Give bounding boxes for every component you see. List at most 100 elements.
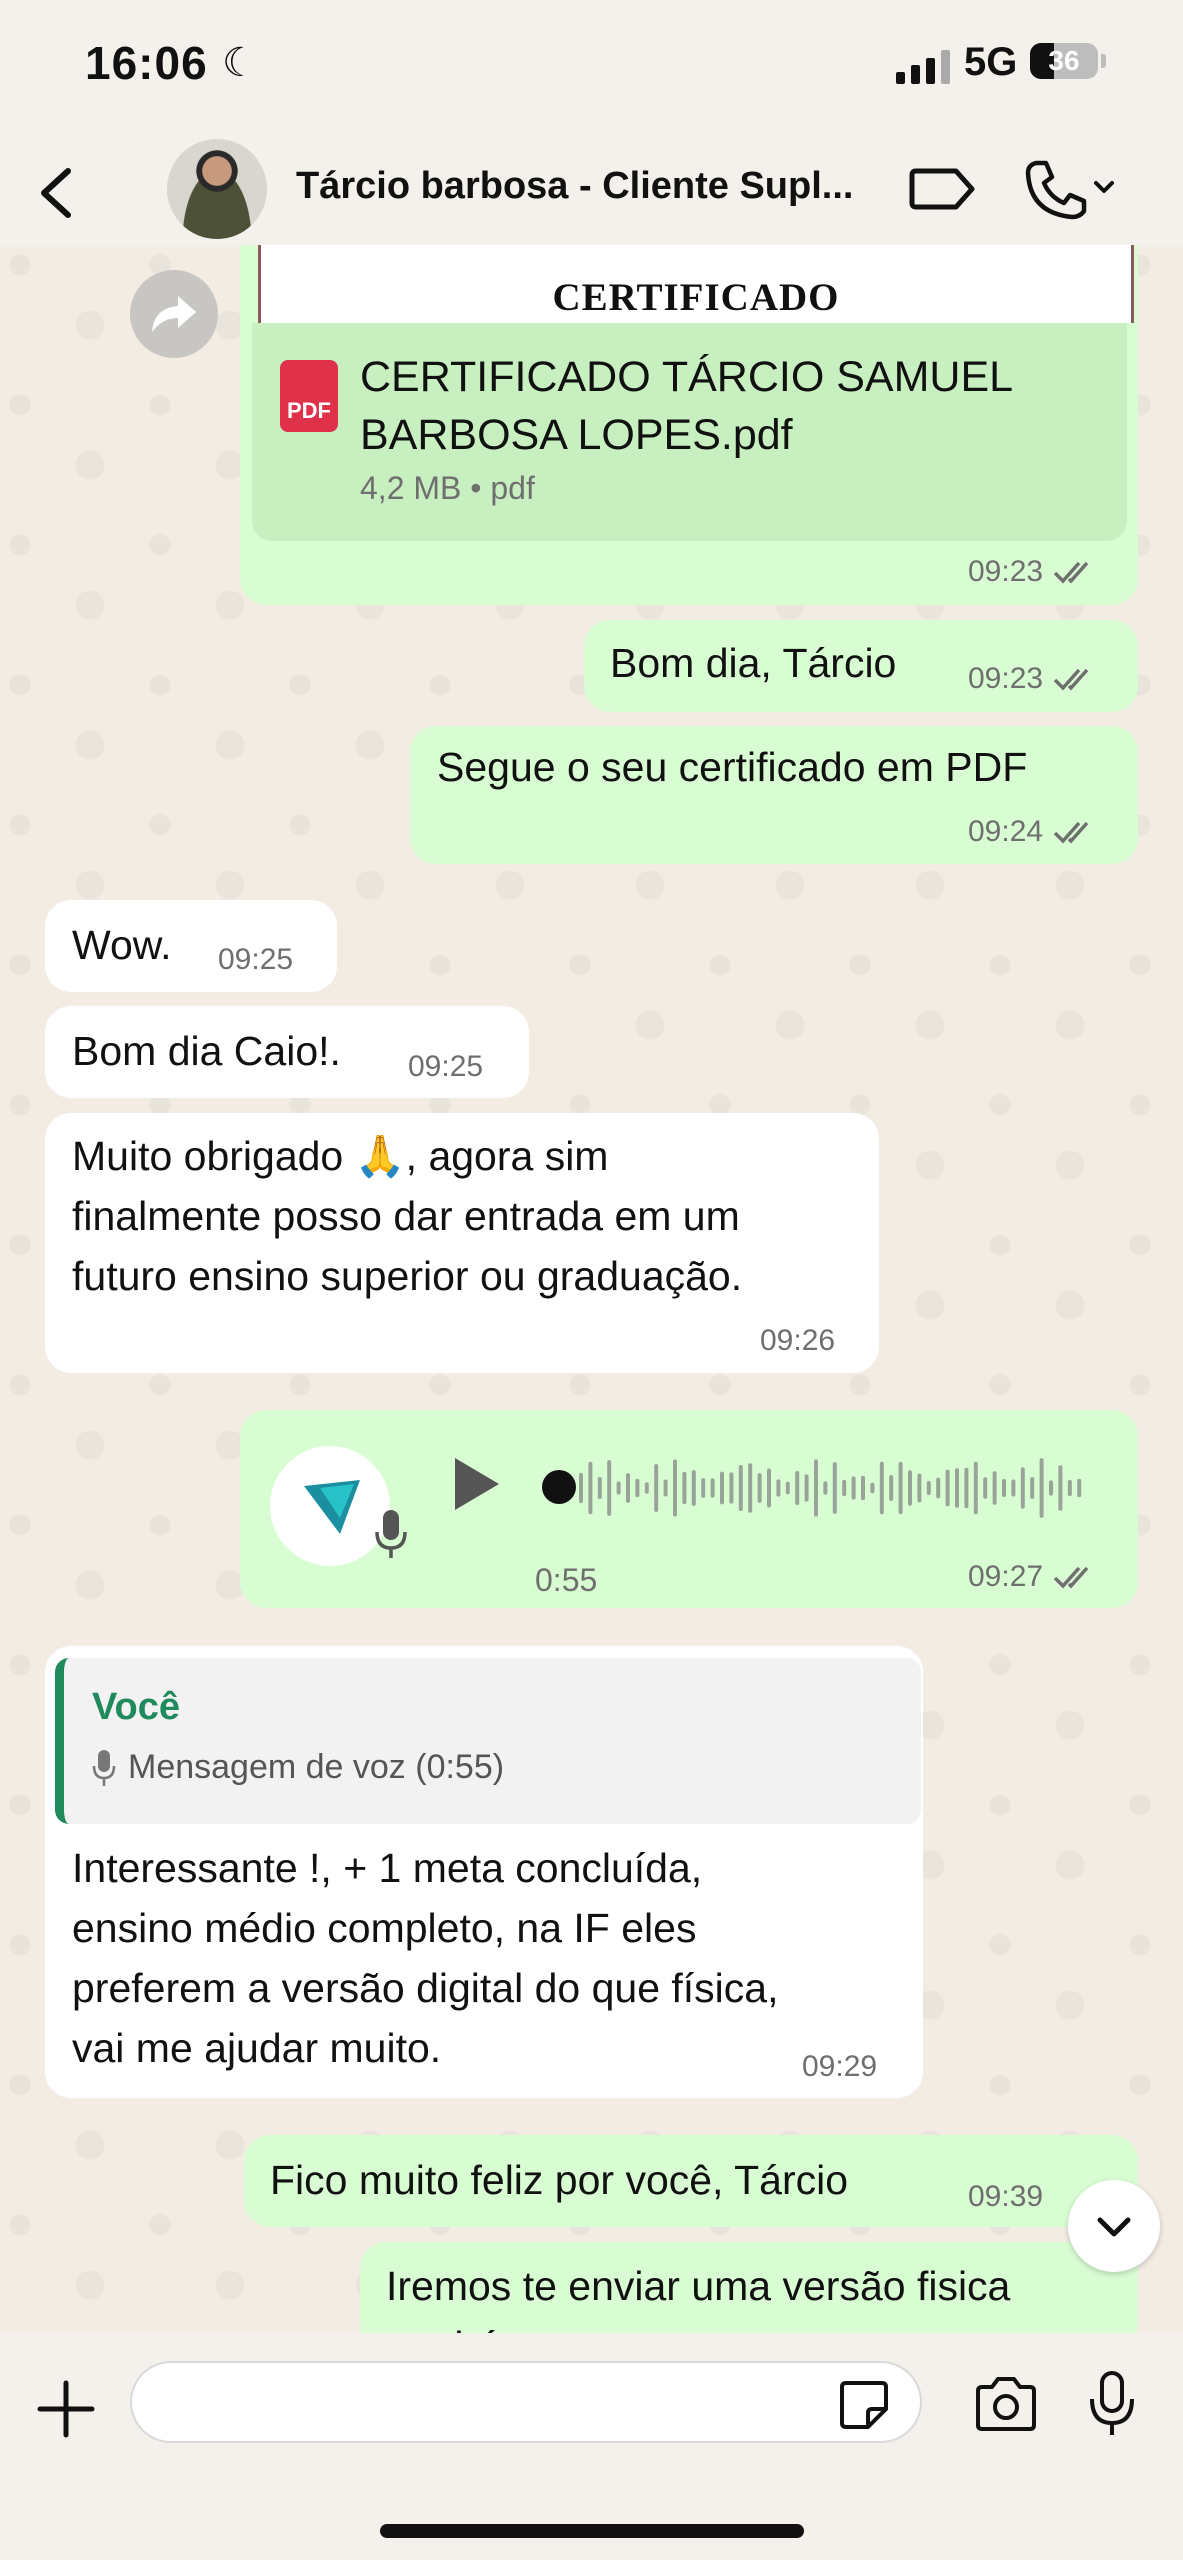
- waveform-bar: [1058, 1465, 1063, 1511]
- waveform-bar: [616, 1481, 621, 1495]
- sticker-icon[interactable]: [836, 2377, 892, 2433]
- waveform-bar: [1077, 1478, 1082, 1498]
- document-filename-line1: CERTIFICADO TÁRCIO SAMUEL: [360, 353, 1014, 401]
- waveform-bar: [889, 1475, 894, 1501]
- quoted-message[interactable]: [55, 1658, 921, 1824]
- waveform-bar: [673, 1459, 677, 1517]
- waveform-bar: [588, 1461, 593, 1515]
- message-time: 09:29: [802, 2050, 878, 2083]
- contact-avatar[interactable]: [167, 139, 267, 239]
- waveform-bar: [691, 1469, 696, 1507]
- waveform-bar: [870, 1482, 875, 1494]
- waveform-bar: [710, 1478, 715, 1498]
- message-text: Segue o seu certificado em PDF: [437, 744, 1028, 790]
- message-text: Muito obrigado 🙏, agora sim finalmente p…: [72, 1126, 742, 1306]
- waveform-bar: [1030, 1477, 1035, 1499]
- message-time: 09:24: [968, 815, 1044, 848]
- network-type: 5G: [964, 40, 1018, 84]
- moon-icon: ☾: [222, 41, 258, 85]
- document-preview[interactable]: CERTIFICADO: [258, 245, 1134, 323]
- message-meta: 09:24: [968, 815, 1097, 849]
- waveform-bar: [936, 1477, 941, 1499]
- camera-icon[interactable]: [972, 2375, 1040, 2433]
- message-line: preferem a versão digital do que física,: [72, 1965, 779, 2011]
- waveform-bar: [955, 1468, 959, 1508]
- forward-button[interactable]: [130, 270, 218, 358]
- pdf-icon: PDF: [280, 360, 338, 432]
- waveform-bar: [973, 1461, 978, 1515]
- waveform-bar: [626, 1473, 630, 1503]
- waveform-bar: [607, 1460, 612, 1516]
- waveform-bar: [908, 1470, 912, 1506]
- waveform-bar: [795, 1470, 800, 1506]
- scroll-to-bottom-button[interactable]: [1068, 2180, 1160, 2272]
- battery-icon: 36: [1030, 43, 1098, 79]
- message-input[interactable]: [130, 2361, 922, 2443]
- message-line: vai me ajudar muito.: [72, 2025, 442, 2071]
- voice-waveform[interactable]: [575, 1450, 1090, 1526]
- message-time: 09:25: [408, 1050, 484, 1083]
- waveform-bar: [597, 1476, 602, 1500]
- label-icon[interactable]: [908, 161, 978, 217]
- waveform-bar: [964, 1467, 969, 1509]
- waveform-bar: [1020, 1467, 1025, 1509]
- read-ticks-icon: [1053, 561, 1089, 584]
- waveform-bar: [1039, 1458, 1044, 1518]
- waveform-bar: [738, 1465, 743, 1511]
- message-text-cut: também: [386, 2316, 534, 2333]
- waveform-bar: [851, 1476, 856, 1500]
- message-line: ensino médio completo, na IF eles: [72, 1905, 697, 1951]
- microphone-icon[interactable]: [1088, 2369, 1136, 2439]
- document-preview-title: CERTIFICADO: [552, 276, 840, 319]
- waveform-bar: [983, 1477, 988, 1499]
- composer-bar: [0, 2333, 1183, 2560]
- message-line: finalmente posso dar entrada em um: [72, 1193, 740, 1239]
- document-meta: 4,2 MB • pdf: [360, 470, 535, 506]
- waveform-bar: [814, 1459, 818, 1517]
- waveform-bar: [1011, 1479, 1016, 1497]
- waveform-bar: [635, 1478, 640, 1498]
- playback-scrubber[interactable]: [542, 1470, 576, 1504]
- message-line: Interessante !, + 1 meta concluída,: [72, 1845, 703, 1891]
- waveform-bar: [823, 1481, 828, 1495]
- message-text: Interessante !, + 1 meta concluída, ensi…: [72, 1838, 779, 2078]
- forward-icon: [152, 296, 196, 332]
- waveform-bar: [785, 1481, 790, 1495]
- waveform-bar: [842, 1479, 847, 1497]
- message-text: Wow.: [72, 922, 172, 968]
- waveform-bar: [861, 1475, 865, 1501]
- chat-header: Tárcio barbosa - Cliente Supl...: [0, 135, 1183, 247]
- waveform-bar: [729, 1472, 734, 1504]
- waveform-bar: [804, 1474, 809, 1502]
- document-filename: CERTIFICADO TÁRCIO SAMUEL BARBOSA LOPES.…: [360, 348, 1013, 464]
- mic-icon: [92, 1750, 116, 1786]
- contact-name[interactable]: Tárcio barbosa - Cliente Supl...: [296, 165, 853, 208]
- quote-author: Você: [92, 1686, 181, 1728]
- message-line: futuro ensino superior ou graduação.: [72, 1253, 743, 1299]
- message-text: Bom dia, Tárcio: [610, 640, 897, 686]
- message-time: 09:27: [968, 1560, 1044, 1593]
- play-icon[interactable]: [455, 1458, 499, 1510]
- message-time: 09:26: [760, 1324, 836, 1357]
- battery-percent: 36: [1048, 45, 1080, 76]
- message-text: Fico muito feliz por você, Tárcio: [270, 2157, 849, 2203]
- message-meta: 09:23: [968, 555, 1097, 589]
- waveform-bar: [748, 1463, 753, 1513]
- message-time: 09:25: [218, 943, 294, 976]
- message-time: 09:23: [968, 662, 1044, 695]
- call-icon[interactable]: [1022, 157, 1118, 221]
- waveform-bar: [945, 1469, 950, 1507]
- waveform-bar: [720, 1471, 724, 1505]
- waveform-bar: [1002, 1479, 1006, 1497]
- waveform-bar: [879, 1461, 884, 1515]
- plus-icon[interactable]: [36, 2379, 96, 2439]
- waveform-bar: [776, 1479, 781, 1497]
- message-meta: 09:27: [968, 1560, 1097, 1594]
- pdf-icon-label: PDF: [287, 398, 331, 423]
- chevron-down-icon: [1097, 2217, 1131, 2237]
- waveform-bar: [663, 1479, 668, 1497]
- waveform-bar: [926, 1480, 931, 1496]
- read-ticks-icon: [1053, 821, 1089, 844]
- back-icon[interactable]: [30, 163, 80, 223]
- waveform-bar: [898, 1461, 903, 1515]
